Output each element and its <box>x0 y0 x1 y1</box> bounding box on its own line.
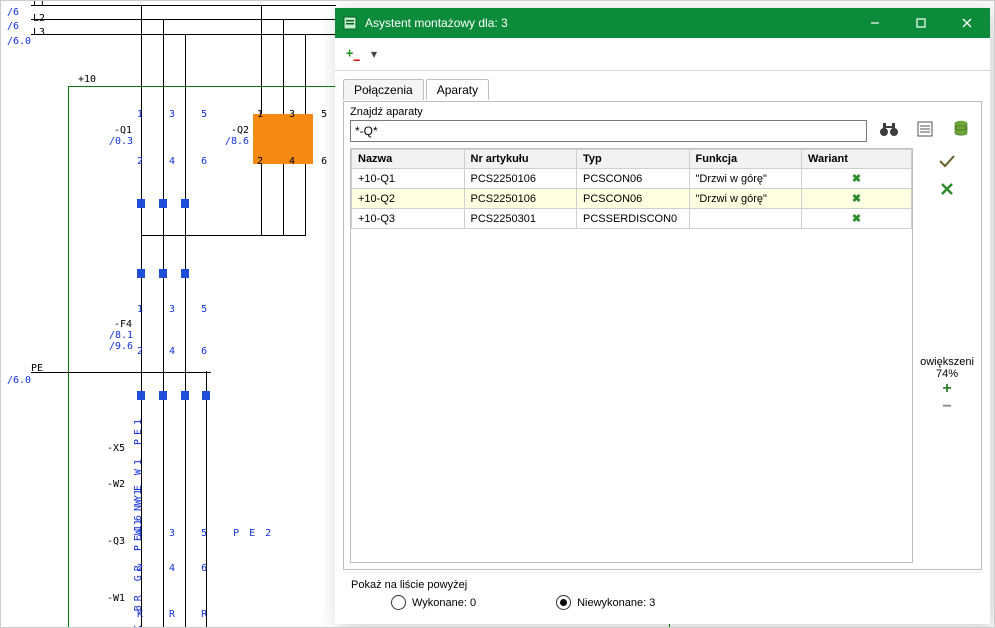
label-l1-ref: /6 <box>7 7 19 18</box>
binoculars-icon[interactable] <box>875 116 903 142</box>
col-func[interactable]: Funkcja <box>689 150 802 169</box>
x-icon: ✖ <box>852 213 861 225</box>
tab-devices[interactable]: Aparaty <box>426 79 489 100</box>
accept-button[interactable] <box>933 150 961 172</box>
radio-icon <box>391 595 406 610</box>
cell: PCSSERDISCON0 <box>577 209 690 229</box>
assembly-assistant-dialog: Asystent montażowy dla: 3 +− ▾ Połączeni… <box>335 8 990 624</box>
x-icon: ✖ <box>852 173 861 185</box>
footer-label: Pokaż na liście powyżej <box>351 579 974 591</box>
radio-done[interactable]: Wykonane: 0 <box>391 595 476 610</box>
label-q2: -Q2 <box>231 125 249 136</box>
col-type[interactable]: Typ <box>577 150 690 169</box>
cell: "Drzwi w górę" <box>689 169 802 189</box>
col-variant[interactable]: Wariant <box>802 150 912 169</box>
radio-icon <box>556 595 571 610</box>
window-title: Asystent montażowy dla: 3 <box>365 16 852 30</box>
label-q1: -Q1 <box>114 125 132 136</box>
label-w1: -W1 <box>107 593 125 604</box>
maximize-button[interactable] <box>898 8 944 38</box>
label-w1-cols: K R R <box>137 609 217 620</box>
label-q1-top-pins: 1 3 5 <box>137 109 217 120</box>
cell: PCS2250106 <box>464 169 577 189</box>
label-l2-ref: /6 <box>7 21 19 32</box>
col-name[interactable]: Nazwa <box>352 150 465 169</box>
variant-cell[interactable]: ✖ <box>802 169 912 189</box>
tab-panel-devices: Znajdź aparaty <box>343 101 982 570</box>
label-plus10: +10 <box>78 74 96 85</box>
dialog-toolbar: +− ▾ <box>335 38 990 71</box>
search-input[interactable] <box>350 120 867 142</box>
zoom-label: owiększeni <box>919 356 975 368</box>
table-row[interactable]: +10-Q3 PCS2250301 PCSSERDISCON0 ✖ <box>352 209 912 229</box>
close-button[interactable] <box>944 8 990 38</box>
radio-pending[interactable]: Niewykonane: 3 <box>556 595 655 610</box>
variant-cell[interactable]: ✖ <box>802 189 912 209</box>
label-q1-ref: /0.3 <box>109 136 133 147</box>
label-q2-ref: /8.6 <box>225 136 249 147</box>
label-q3: -Q3 <box>107 536 125 547</box>
label-l1: L1 <box>33 0 45 9</box>
label-l2: L2 <box>33 13 45 24</box>
label-x5: -X5 <box>107 443 125 454</box>
sheet-icon[interactable] <box>911 116 939 142</box>
label-f4-top-pins: 1 3 5 <box>137 304 217 315</box>
cell: PCSCON06 <box>577 169 690 189</box>
label-l3: L3 <box>33 27 45 38</box>
variant-cell[interactable]: ✖ <box>802 209 912 229</box>
cell: PCSCON06 <box>577 189 690 209</box>
radio-pending-label: Niewykonane: 3 <box>577 597 655 609</box>
label-l3-ref: /6.0 <box>7 36 31 47</box>
table-row[interactable]: +10-Q2 PCS2250106 PCSCON06 "Drzwi w górę… <box>352 189 912 209</box>
label-f4-ref1: /8.1 <box>109 330 133 341</box>
cell: +10-Q2 <box>352 189 465 209</box>
app-icon <box>335 15 365 31</box>
radio-done-label: Wykonane: 0 <box>412 597 476 609</box>
label-q3-top-pins: 1 3 5 PE2 <box>137 528 281 539</box>
zoom-out-button[interactable]: − <box>919 398 975 416</box>
label-f4-ref2: /9.6 <box>109 341 133 352</box>
cell <box>689 209 802 229</box>
zoom-value: 74% <box>919 368 975 380</box>
titlebar[interactable]: Asystent montażowy dla: 3 <box>335 8 990 38</box>
devices-table[interactable]: Nazwa Nr artykułu Typ Funkcja Wariant +1… <box>350 148 913 563</box>
side-column: owiększeni 74% + − <box>919 148 975 563</box>
cell: +10-Q3 <box>352 209 465 229</box>
col-article[interactable]: Nr artykułu <box>464 150 577 169</box>
app-root: L1 /6 L2 /6 L3 /6.0 +10 -Q1 /0.3 -Q2 /8.… <box>0 0 995 628</box>
label-q3-bot-pins: 2 4 6 <box>137 563 217 574</box>
expand-collapse-button[interactable]: +− <box>341 41 367 67</box>
cell: "Drzwi w górę" <box>689 189 802 209</box>
label-w2: -W2 <box>107 479 125 490</box>
label-pe: PE <box>31 363 43 374</box>
footer: Pokaż na liście powyżej Wykonane: 0 Niew… <box>343 572 982 616</box>
cell: +10-Q1 <box>352 169 465 189</box>
tab-connections[interactable]: Połączenia <box>343 79 424 100</box>
label-q2-top-pins: 1 3 5 <box>257 109 337 120</box>
database-icon[interactable] <box>947 116 975 142</box>
search-label: Znajdź aparaty <box>350 106 867 118</box>
zoom-in-button[interactable]: + <box>919 380 975 398</box>
label-f4: -F4 <box>114 319 132 330</box>
label-pe-ref: /6.0 <box>7 375 31 386</box>
label-w2-cols: BK BR GR PE16NYE <box>133 481 144 628</box>
toolbar-dropdown-icon[interactable]: ▾ <box>371 47 377 61</box>
cell: PCS2250301 <box>464 209 577 229</box>
cell: PCS2250106 <box>464 189 577 209</box>
label-f4-bot-pins: 2 4 6 <box>137 346 217 357</box>
tab-strip: Połączenia Aparaty <box>343 77 982 99</box>
label-q2-bot-pins: 2 4 6 <box>257 156 337 167</box>
reject-button[interactable] <box>933 178 961 200</box>
x-icon: ✖ <box>852 193 861 205</box>
label-q1-bot-pins: 2 4 6 <box>137 156 217 167</box>
table-row[interactable]: +10-Q1 PCS2250106 PCSCON06 "Drzwi w górę… <box>352 169 912 189</box>
minimize-button[interactable] <box>852 8 898 38</box>
